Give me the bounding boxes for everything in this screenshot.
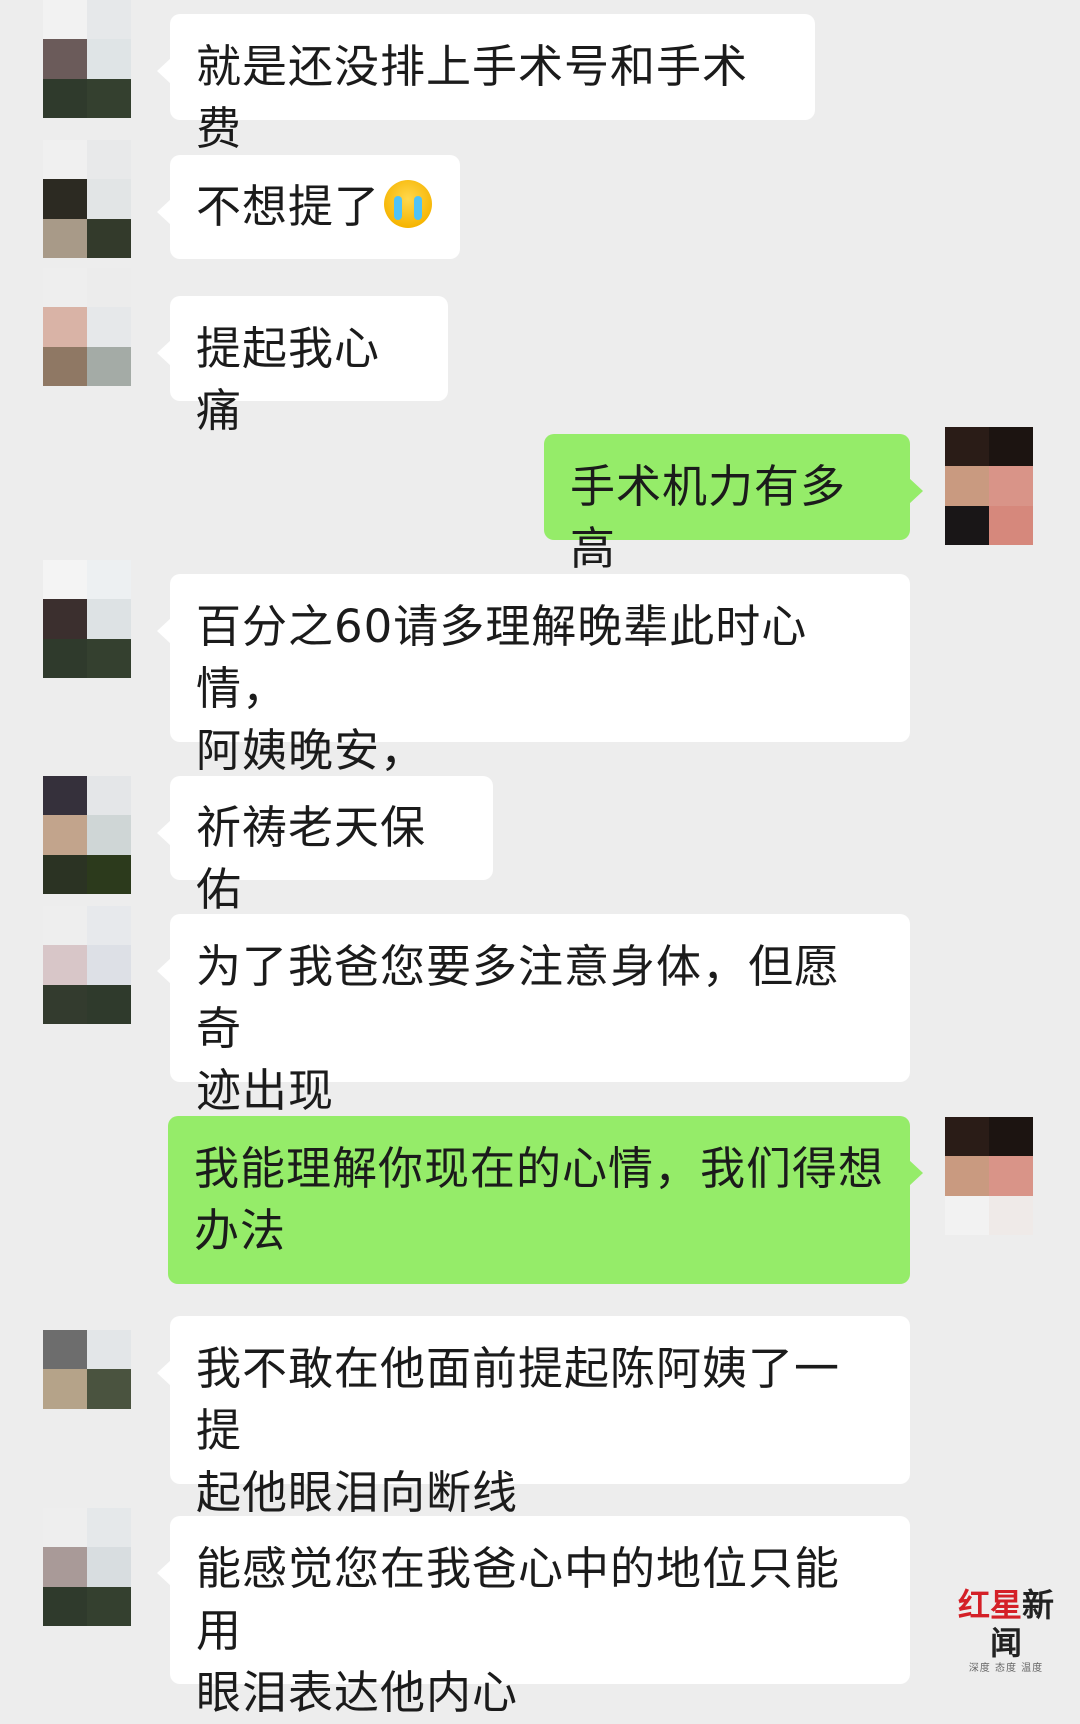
message-text: 我能理解你现在的心情，我们得想 办法 [194,1142,885,1257]
message-text: 就是还没排上手术号和手术费 [196,40,749,155]
contact-avatar-7[interactable] [43,1330,131,1448]
message-bubble-incoming[interactable]: 为了我爸您要多注意身体，但愿奇 迹出现 [157,914,910,1117]
own-avatar-1[interactable] [945,427,1033,545]
bubble-tail [157,618,171,644]
contact-avatar-2[interactable] [43,140,131,258]
message-text: 能感觉您在我爸心中的地位只能用 眼泪表达他内心 [196,1542,841,1719]
message-bubble-outgoing[interactable]: 手术机力有多高 [544,434,923,575]
bubble-tail [157,1360,171,1386]
bubble-tail [157,340,171,366]
message-bubble-incoming[interactable]: 不想提了 [157,155,460,259]
bubble-tail [157,58,171,84]
contact-avatar-4[interactable] [43,560,131,678]
contact-avatar-1[interactable] [43,0,131,118]
news-watermark-logo: 红星新闻 深度 态度 温度 [942,1586,1070,1676]
message-text: 为了我爸您要多注意身体，但愿奇 迹出现 [196,940,841,1117]
message-bubble-incoming[interactable]: 祈祷老天保佑 [157,776,493,916]
contact-avatar-8[interactable] [43,1508,131,1626]
contact-avatar-5[interactable] [43,776,131,894]
message-bubble-incoming[interactable]: 能感觉您在我爸心中的地位只能用 眼泪表达他内心 [157,1516,910,1719]
message-bubble-incoming[interactable]: 就是还没排上手术号和手术费 [157,14,815,155]
bubble-tail [157,958,171,984]
bubble-tail [909,1160,923,1186]
message-text: 我不敢在他面前提起陈阿姨了一提 起他眼泪向断线 [196,1342,841,1519]
message-text: 提起我心痛 [196,322,381,437]
message-text: 祈祷老天保佑 [196,801,427,916]
bubble-tail [157,1560,171,1586]
message-text: 百分之60请多理解晚辈此时心情， 阿姨晚安， [196,600,808,777]
watermark-title: 红星新闻 [957,1586,1055,1662]
contact-avatar-6[interactable] [43,906,131,1024]
message-bubble-incoming[interactable]: 我不敢在他面前提起陈阿姨了一提 起他眼泪向断线 [157,1316,910,1519]
loudly-crying-face-icon [384,180,433,228]
own-avatar-2[interactable] [945,1117,1033,1235]
message-text: 不想提了 [196,180,381,233]
bubble-tail [157,199,171,225]
message-bubble-outgoing[interactable]: 我能理解你现在的心情，我们得想 办法 [168,1116,923,1284]
bubble-tail [157,820,171,846]
bubble-tail [909,478,923,504]
message-bubble-incoming[interactable]: 百分之60请多理解晚辈此时心情， 阿姨晚安， [157,574,910,777]
contact-avatar-3[interactable] [43,268,131,386]
message-text: 手术机力有多高 [570,460,847,575]
watermark-subtitle: 深度 态度 温度 [968,1663,1044,1674]
message-bubble-incoming[interactable]: 提起我心痛 [157,296,448,437]
